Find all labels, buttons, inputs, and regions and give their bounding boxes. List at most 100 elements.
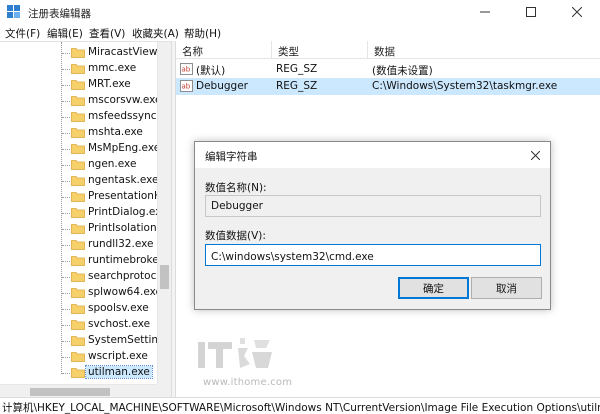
- tree-connector-line: [62, 133, 70, 134]
- column-header-data[interactable]: 数据: [368, 41, 600, 59]
- maximize-icon: [526, 7, 536, 17]
- tree-connector-line: [62, 309, 70, 310]
- tree-connector-line: [62, 85, 70, 86]
- menu-edit[interactable]: 编辑(E): [47, 26, 83, 41]
- watermark-url: www.ithome.com: [203, 377, 293, 388]
- close-icon: [572, 7, 582, 17]
- tree-connector-line: [62, 181, 70, 182]
- value-name: Debugger: [196, 80, 248, 92]
- folder-icon: [71, 288, 85, 298]
- tree-item-label: MiracastView.e: [88, 46, 167, 58]
- folder-icon: [71, 368, 85, 378]
- tree-item-label: splwow64.exe: [88, 286, 162, 298]
- folder-icon: [71, 128, 85, 138]
- tree-item-label: spoolsv.exe: [88, 302, 149, 314]
- value-type: REG_SZ: [276, 80, 318, 92]
- tree-vertical-scrollbar[interactable]: [157, 42, 171, 384]
- tree-item-label: ngen.exe: [88, 158, 137, 170]
- column-header-name[interactable]: 名称: [176, 41, 272, 59]
- tree-connector-line: [62, 69, 70, 70]
- tree-item-label: MRT.exe: [88, 78, 131, 90]
- tree-item-label: svchost.exe: [88, 318, 151, 330]
- tree-connector-line: [62, 245, 70, 246]
- value-name-field: Debugger: [205, 195, 541, 217]
- menu-help[interactable]: 帮助(H): [184, 26, 221, 41]
- value-name: (默认): [196, 65, 226, 77]
- scroll-corner: [157, 384, 171, 397]
- menu-view[interactable]: 查看(V): [89, 26, 125, 41]
- value-row-default[interactable]: ab (默认) REG_SZ (数值未设置): [176, 61, 600, 78]
- tree-item-label: mshta.exe: [88, 126, 143, 138]
- tree-item-label: runtimebroker.: [88, 254, 166, 266]
- value-data: (数值未设置): [372, 65, 433, 77]
- folder-icon: [71, 192, 85, 202]
- dialog-title: 编辑字符串: [205, 151, 258, 163]
- tree-connector-line: [62, 165, 70, 166]
- minimize-button[interactable]: [462, 0, 508, 24]
- value-data-input[interactable]: [205, 244, 541, 266]
- folder-icon: [71, 208, 85, 218]
- column-header-type[interactable]: 类型: [272, 41, 368, 59]
- ithome-logo-watermark: [198, 338, 272, 368]
- svg-text:ab: ab: [182, 83, 191, 91]
- minimize-icon: [480, 11, 490, 13]
- tree-item-label: PrintDialog.exe: [88, 206, 168, 218]
- folder-icon: [71, 96, 85, 106]
- close-icon: [530, 150, 540, 160]
- tree-item-label: wscript.exe: [88, 350, 148, 362]
- tree-item-label: mscorsvw.exe: [88, 94, 162, 106]
- menu-bar: 文件(F) 编辑(E) 查看(V) 收藏夹(A) 帮助(H): [0, 24, 600, 41]
- reg-string-icon: ab: [180, 80, 193, 92]
- folder-icon: [71, 144, 85, 154]
- registry-tree-pane: MiracastView.e mmc.exe MRT.exe mscorsvw.exe…: [0, 41, 171, 397]
- regedit-app-icon: [7, 5, 20, 18]
- folder-icon: [71, 160, 85, 170]
- folder-icon: [71, 304, 85, 314]
- tree-connector-line: [62, 325, 70, 326]
- folder-icon: [71, 176, 85, 186]
- tree-connector-line: [62, 293, 70, 294]
- close-window-button[interactable]: [554, 0, 600, 24]
- svg-text:ab: ab: [182, 66, 191, 74]
- value-row-debugger[interactable]: ab Debugger REG_SZ C:\Windows\System32\t…: [176, 78, 600, 95]
- folder-icon: [71, 112, 85, 122]
- tree-item-label: mmc.exe: [88, 62, 137, 74]
- scroll-thumb[interactable]: [30, 388, 110, 396]
- tree-connector-line: [62, 341, 70, 342]
- tree-item-label: searchprotocol: [88, 270, 166, 282]
- folder-icon: [71, 224, 85, 234]
- title-bar: 注册表编辑器: [0, 0, 600, 24]
- folder-icon: [71, 352, 85, 362]
- value-data-label: 数值数据(V):: [205, 230, 266, 242]
- tree-connector-line: [62, 101, 70, 102]
- folder-icon: [71, 336, 85, 346]
- folder-icon: [71, 320, 85, 330]
- tree-connector-line: [62, 277, 70, 278]
- maximize-button[interactable]: [508, 0, 554, 24]
- tree-item-label: utilman.exe: [85, 365, 153, 379]
- tree-connector-line: [62, 53, 70, 54]
- tree-item-label: ngentask.exe: [88, 174, 159, 186]
- tree-connector-line: [62, 213, 70, 214]
- tree-connector-line: [62, 261, 70, 262]
- tree-connector-line: [62, 149, 70, 150]
- window-title: 注册表编辑器: [28, 8, 91, 20]
- folder-icon: [71, 256, 85, 266]
- ok-button[interactable]: 确定: [398, 277, 469, 299]
- menu-file[interactable]: 文件(F): [5, 26, 40, 41]
- value-name-label: 数值名称(N):: [205, 182, 267, 194]
- tree-horizontal-scrollbar[interactable]: [0, 384, 157, 397]
- tree-connector-line: [62, 229, 70, 230]
- tree-item-label: MsMpEng.exe: [88, 142, 161, 154]
- tree-connector-line: [62, 373, 70, 374]
- folder-icon: [71, 240, 85, 250]
- menu-favorites[interactable]: 收藏夹(A): [132, 26, 179, 41]
- dialog-close-button[interactable]: [527, 147, 543, 163]
- tree-connector-line: [62, 197, 70, 198]
- tree-connector-line: [62, 357, 70, 358]
- scroll-thumb[interactable]: [160, 265, 169, 289]
- cancel-button[interactable]: 取消: [471, 277, 542, 299]
- folder-icon: [71, 272, 85, 282]
- value-data: C:\Windows\System32\taskmgr.exe: [372, 80, 558, 92]
- folder-icon: [71, 64, 85, 74]
